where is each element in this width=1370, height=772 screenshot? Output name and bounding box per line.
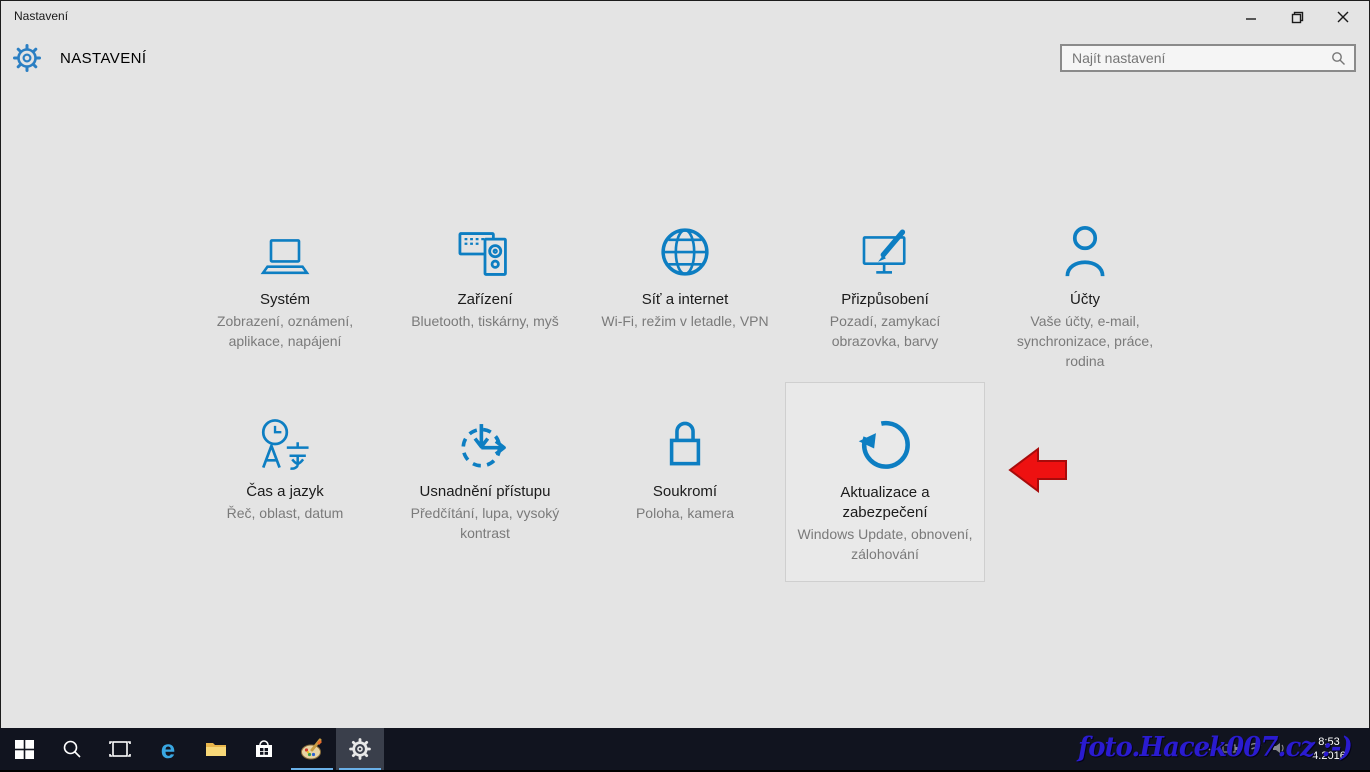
minimize-button[interactable] [1228, 2, 1274, 32]
tile-title: Zařízení [457, 290, 512, 310]
tile-privacy[interactable]: Soukromí Poloha, kamera [585, 382, 785, 582]
tile-title: Usnadnění přístupu [420, 482, 551, 502]
hidden-icons-chevron[interactable] [1200, 742, 1212, 754]
tiles-row-1: Systém Zobrazení, oznámení, aplikace, na… [185, 206, 1185, 371]
search-icon [62, 739, 82, 759]
tile-subtitle: Bluetooth, tiskárny, myš [411, 311, 559, 331]
restore-button[interactable] [1274, 2, 1320, 32]
search-input[interactable] [1062, 50, 1331, 66]
tile-system[interactable]: Systém Zobrazení, oznámení, aplikace, na… [185, 206, 385, 371]
tile-title: Účty [1070, 290, 1100, 310]
volume-icon[interactable] [1272, 742, 1286, 754]
battery-icon[interactable] [1222, 742, 1238, 754]
personalization-icon [857, 222, 913, 280]
devices-icon [457, 222, 513, 280]
task-view-button[interactable] [96, 728, 144, 770]
tile-devices[interactable]: Zařízení Bluetooth, tiskárny, myš [385, 206, 585, 371]
tile-personalization[interactable]: Přizpůsobení Pozadí, zamykací obrazovka,… [785, 206, 985, 371]
tile-title: Čas a jazyk [246, 482, 324, 502]
restore-icon [1291, 11, 1304, 24]
update-security-icon [856, 415, 914, 473]
clock[interactable]: 8:53 4.2016 [1298, 735, 1360, 763]
tile-subtitle: Wi-Fi, režim v letadle, VPN [601, 311, 768, 331]
tile-title: Přizpůsobení [841, 290, 929, 310]
tile-subtitle: Vaše účty, e-mail, synchronizace, práce,… [997, 311, 1173, 371]
close-button[interactable] [1320, 2, 1366, 32]
tray-time: 8:53 [1298, 735, 1360, 749]
file-explorer-icon[interactable] [192, 728, 240, 770]
search-icon[interactable] [1331, 51, 1346, 66]
taskbar: e [0, 728, 1370, 772]
paint-icon[interactable] [288, 728, 336, 770]
close-icon [1337, 11, 1349, 23]
system-tray: 8:53 4.2016 [1200, 726, 1370, 770]
ease-of-access-icon [456, 414, 514, 472]
start-button[interactable] [0, 728, 48, 770]
tile-subtitle: Předčítání, lupa, vysoký kontrast [397, 503, 573, 543]
tile-time-language[interactable]: Čas a jazyk Řeč, oblast, datum [185, 382, 385, 582]
network-icon[interactable] [1248, 742, 1262, 754]
globe-icon [657, 222, 713, 280]
tile-subtitle: Zobrazení, oznámení, aplikace, napájení [197, 311, 373, 351]
edge-logo-glyph: e [161, 736, 175, 762]
search-button[interactable] [48, 728, 96, 770]
tile-subtitle: Řeč, oblast, datum [227, 503, 344, 523]
minimize-icon [1245, 11, 1257, 23]
settings-gear-icon [13, 44, 41, 72]
store-icon[interactable] [240, 728, 288, 770]
edge-icon[interactable]: e [144, 728, 192, 770]
settings-icon[interactable] [336, 728, 384, 770]
tile-update-security[interactable]: Aktualizace a zabezpečení Windows Update… [785, 382, 985, 582]
red-arrow-annotation [1008, 443, 1070, 497]
account-icon [1059, 222, 1111, 280]
window-title: Nastavení [14, 9, 68, 23]
laptop-icon [257, 222, 313, 280]
tile-title: Soukromí [653, 482, 717, 502]
folder-icon [205, 740, 227, 758]
tile-title: Síť a internet [642, 290, 729, 310]
tile-accounts[interactable]: Účty Vaše účty, e-mail, synchronizace, p… [985, 206, 1185, 371]
store-bag-icon [254, 739, 274, 759]
search-box[interactable] [1060, 44, 1356, 72]
tile-network[interactable]: Síť a internet Wi-Fi, režim v letadle, V… [585, 206, 785, 371]
privacy-icon [660, 414, 710, 472]
tile-subtitle: Pozadí, zamykací obrazovka, barvy [797, 311, 973, 351]
tile-title: Aktualizace a zabezpečení [797, 483, 973, 523]
tile-ease-of-access[interactable]: Usnadnění přístupu Předčítání, lupa, vys… [385, 382, 585, 582]
task-view-icon [108, 740, 132, 758]
title-bar: Nastavení [0, 0, 1370, 34]
settings-window: Nastavení [0, 0, 1370, 772]
paint-palette-icon [300, 738, 324, 760]
tray-date: 4.2016 [1298, 749, 1360, 763]
gear-icon [349, 738, 371, 760]
page-title: NASTAVENÍ [60, 50, 146, 67]
time-language-icon [256, 414, 314, 472]
tile-subtitle: Poloha, kamera [636, 503, 734, 523]
windows-logo-icon [15, 740, 34, 759]
app-header: NASTAVENÍ [0, 40, 1370, 80]
tile-subtitle: Windows Update, obnovení, zálohování [797, 524, 973, 564]
tile-title: Systém [260, 290, 310, 310]
